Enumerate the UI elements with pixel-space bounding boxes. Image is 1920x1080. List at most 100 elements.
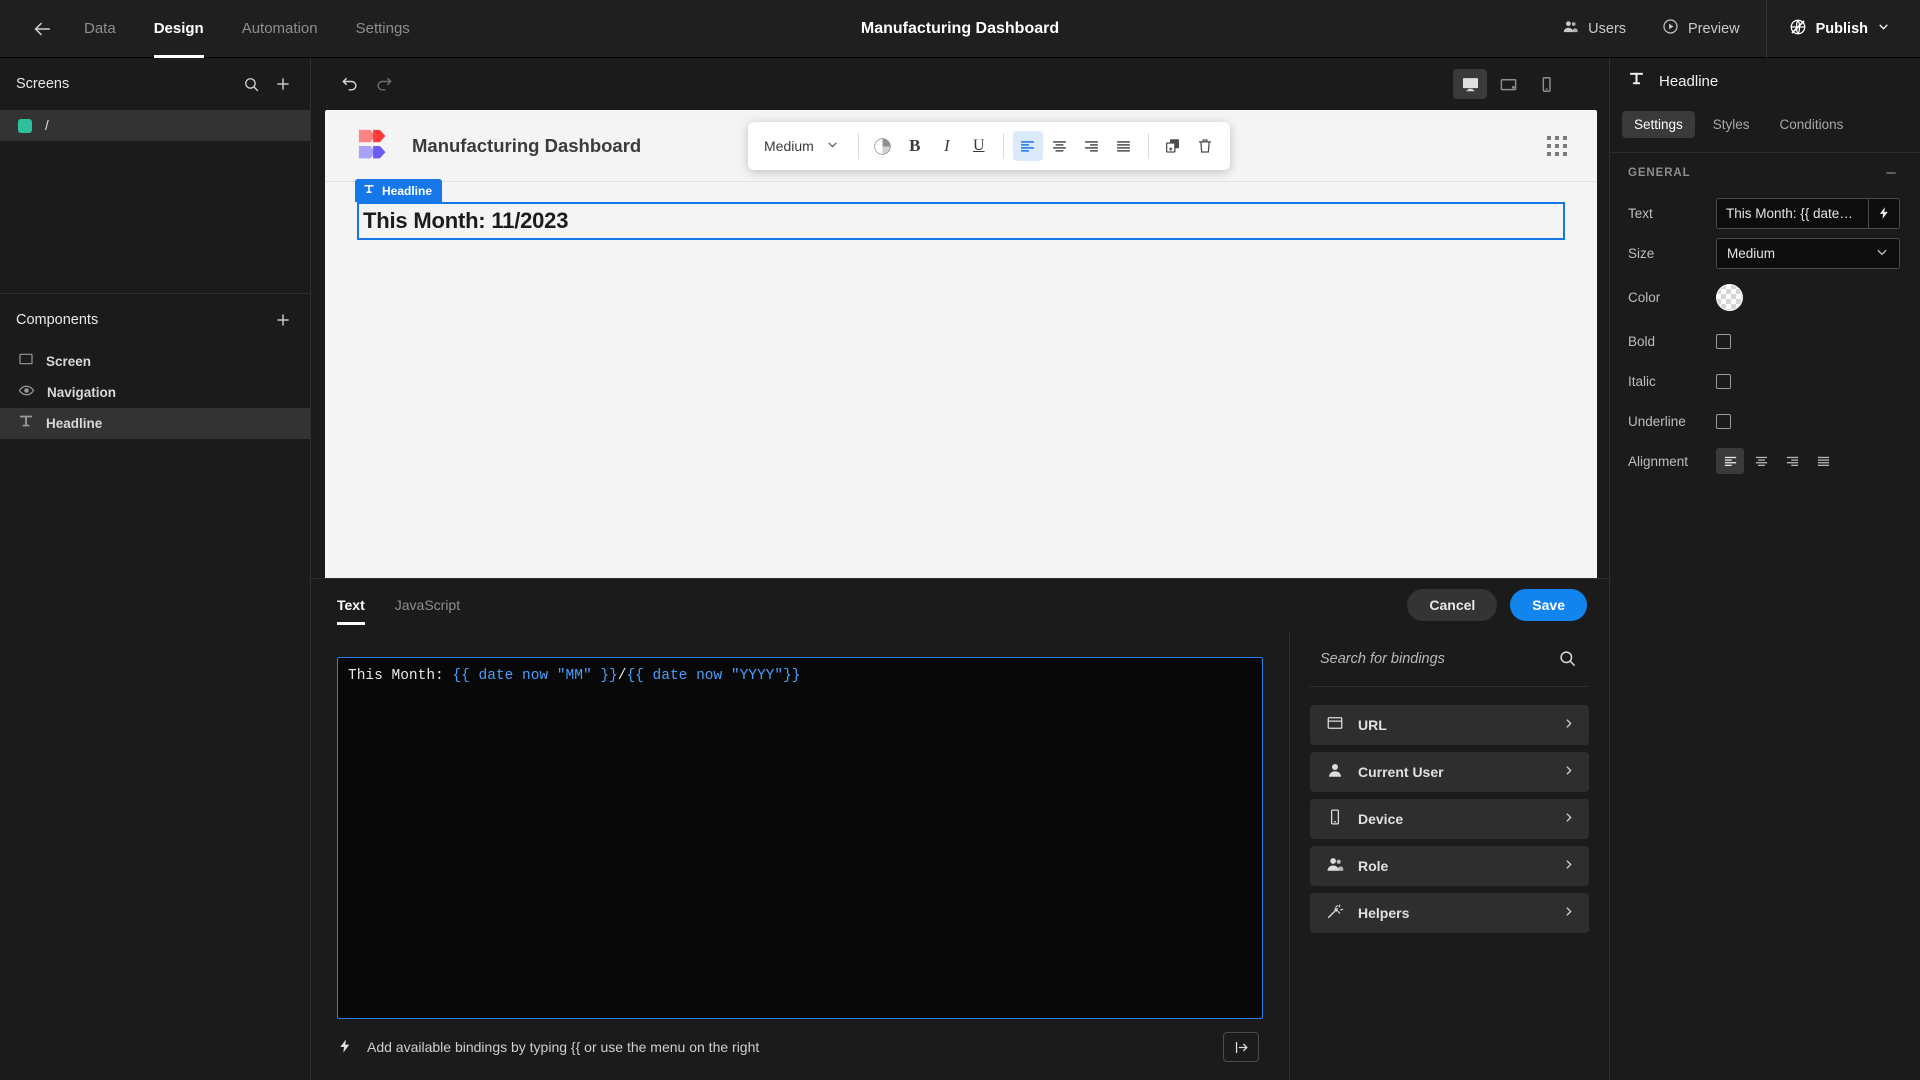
align-right-button[interactable] [1778, 448, 1806, 474]
nav-tab-data[interactable]: Data [84, 0, 116, 58]
tab-settings[interactable]: Settings [1622, 110, 1695, 138]
component-label: Navigation [47, 385, 117, 400]
search-icon[interactable] [1550, 649, 1585, 668]
components-header-actions [274, 311, 292, 329]
drawer-header: Text JavaScript Cancel Save [311, 579, 1609, 631]
device-tablet-button[interactable] [1491, 69, 1525, 99]
tab-javascript[interactable]: JavaScript [395, 579, 460, 631]
chevron-down-icon [1875, 245, 1889, 262]
chevron-right-icon [1562, 717, 1575, 734]
bold-button[interactable]: B [900, 131, 930, 161]
screen-icon [18, 351, 34, 372]
code-expression-month: {{ date now "MM" }} [452, 668, 618, 684]
size-value: Medium [1727, 245, 1776, 261]
binding-category-device[interactable]: Device [1310, 799, 1589, 839]
search-input[interactable] [1320, 650, 1550, 667]
duplicate-icon[interactable] [1158, 131, 1188, 161]
undo-icon[interactable] [333, 67, 367, 101]
app-preview-canvas: Manufacturing Dashboard Headline This Mo… [325, 110, 1597, 618]
binding-lightning-icon[interactable] [1868, 197, 1900, 229]
align-justify-button[interactable] [1809, 448, 1837, 474]
italic-label: I [943, 136, 950, 155]
general-section-header: GENERAL [1610, 153, 1920, 193]
nav-tab-settings[interactable]: Settings [356, 0, 410, 58]
prop-row-color: Color [1610, 273, 1920, 321]
component-label: Screen [46, 354, 92, 369]
screen-status-dot [18, 118, 32, 133]
drawer-body: This Month: {{ date now "MM" }}/{{ date … [311, 631, 1609, 1080]
align-right-button[interactable] [1077, 131, 1107, 161]
alignment-prop-label: Alignment [1628, 453, 1689, 469]
top-bar-actions: Users Preview Publish [1544, 0, 1920, 58]
settings-tabs: Settings Styles Conditions [1610, 104, 1920, 144]
trash-icon[interactable] [1190, 131, 1220, 161]
binding-drawer: Text JavaScript Cancel Save This Month: … [311, 578, 1609, 1080]
italic-checkbox[interactable] [1716, 373, 1731, 389]
binding-category-list: URL Current User Device Role Helpers [1310, 687, 1589, 933]
align-left-button[interactable] [1012, 131, 1043, 161]
add-screen-icon[interactable] [274, 75, 292, 93]
save-button[interactable]: Save [1510, 589, 1587, 621]
underline-checkbox[interactable] [1716, 413, 1731, 429]
nav-tab-automation[interactable]: Automation [242, 0, 318, 58]
binding-category-url[interactable]: URL [1310, 705, 1589, 745]
screen-route-label: / [45, 118, 49, 133]
binding-category-current-user[interactable]: Current User [1310, 752, 1589, 792]
component-item-headline[interactable]: Headline [0, 408, 310, 439]
redo-icon[interactable] [367, 67, 401, 101]
cancel-button[interactable]: Cancel [1407, 589, 1498, 621]
text-field[interactable]: This Month: {{ date… [1716, 197, 1868, 229]
color-swatch[interactable] [1716, 283, 1743, 311]
align-justify-button[interactable] [1109, 131, 1139, 161]
floating-format-toolbar: Medium B I U [748, 122, 1230, 170]
binding-category-role[interactable]: Role [1310, 846, 1589, 886]
italic-button[interactable]: I [932, 131, 962, 161]
device-mobile-button[interactable] [1529, 69, 1563, 99]
binding-code-editor[interactable]: This Month: {{ date now "MM" }}/{{ date … [337, 657, 1263, 1019]
users-icon [1562, 18, 1579, 39]
align-left-button[interactable] [1716, 448, 1744, 474]
underline-button[interactable]: U [964, 131, 994, 161]
publish-button[interactable]: Publish [1775, 18, 1904, 40]
headline-text: This Month: 11/2023 [363, 208, 569, 233]
nav-tab-design[interactable]: Design [153, 0, 204, 58]
binding-hint: Add available bindings by typing {{ or u… [337, 1037, 759, 1058]
tab-text[interactable]: Text [337, 579, 365, 631]
align-center-button[interactable] [1747, 448, 1775, 474]
browser-icon [1326, 714, 1344, 737]
add-component-icon[interactable] [274, 311, 292, 329]
device-desktop-button[interactable] [1453, 69, 1487, 99]
back-arrow-icon[interactable] [22, 9, 62, 49]
binding-hint-text: Add available bindings by typing {{ or u… [367, 1039, 760, 1055]
tab-styles[interactable]: Styles [1701, 111, 1762, 138]
component-item-navigation[interactable]: Navigation [0, 377, 310, 408]
text-color-button[interactable] [868, 131, 898, 161]
align-center-button[interactable] [1045, 131, 1075, 161]
binding-category-helpers[interactable]: Helpers [1310, 893, 1589, 933]
expand-panel-icon[interactable] [1223, 1032, 1259, 1062]
components-title: Components [16, 312, 99, 328]
tab-conditions[interactable]: Conditions [1768, 111, 1856, 138]
left-sidebar: Screens / Components Screen Navigation H… [0, 58, 311, 1080]
headline-component[interactable]: Headline This Month: 11/2023 [355, 179, 1565, 240]
main-nav: Data Design Automation Settings [84, 0, 410, 58]
size-select[interactable]: Medium [1716, 237, 1900, 269]
collapse-section-icon[interactable] [1884, 166, 1898, 180]
color-prop-label: Color [1628, 289, 1661, 305]
prop-row-underline: Underline [1610, 401, 1920, 441]
users-button[interactable]: Users [1544, 12, 1644, 46]
component-selection-badge: Headline [355, 179, 443, 202]
app-grid-icon[interactable] [1547, 136, 1567, 156]
bold-checkbox[interactable] [1716, 333, 1731, 349]
text-icon [1628, 70, 1645, 92]
headline-box[interactable]: This Month: 11/2023 [357, 202, 1565, 240]
search-icon[interactable] [243, 76, 260, 93]
binding-category-label: Current User [1358, 764, 1444, 780]
screen-list-item[interactable]: / [0, 110, 310, 141]
user-icon [1326, 761, 1344, 784]
underline-prop-label: Underline [1628, 413, 1686, 429]
alignment-button-group [1716, 448, 1837, 474]
font-size-select[interactable]: Medium [758, 131, 849, 161]
component-item-screen[interactable]: Screen [0, 346, 310, 377]
preview-button[interactable]: Preview [1644, 12, 1758, 46]
